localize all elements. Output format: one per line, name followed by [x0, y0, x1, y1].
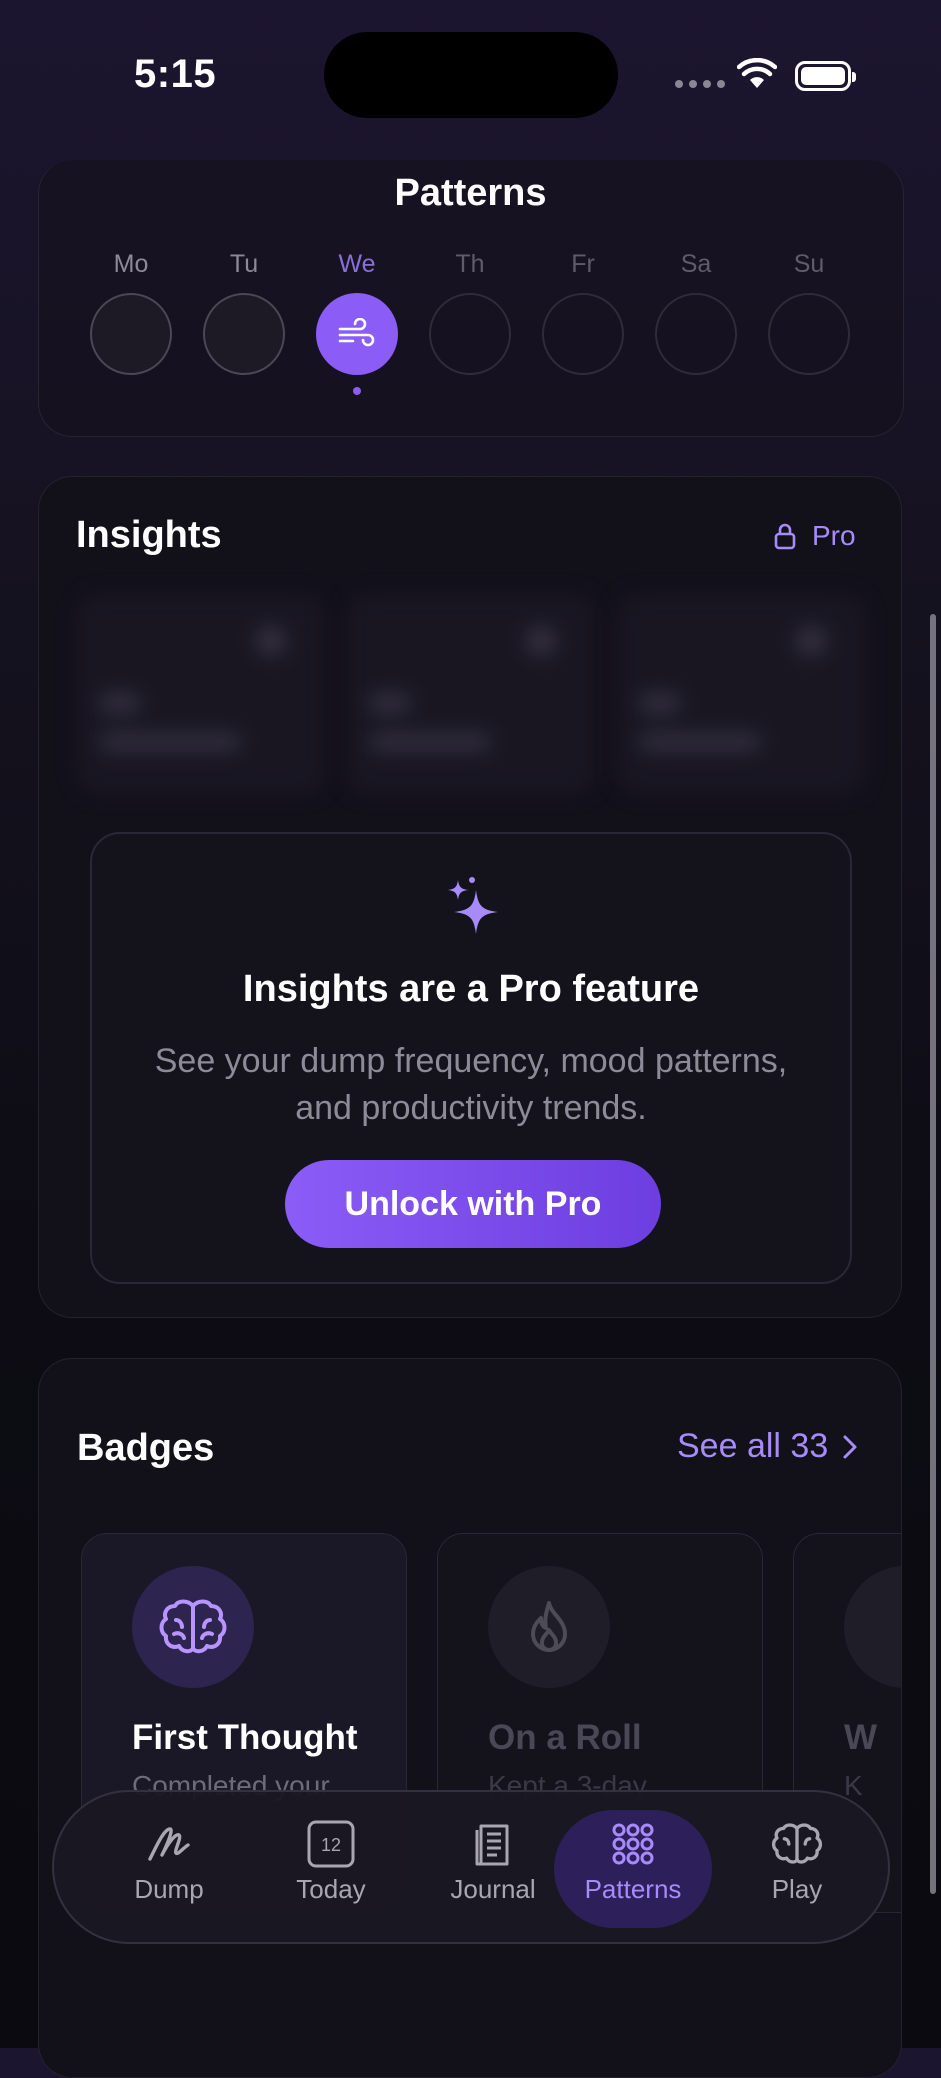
tab-label: Journal — [450, 1874, 536, 1904]
flame-icon — [531, 1601, 567, 1653]
day-circle — [316, 293, 398, 375]
lock-icon — [774, 523, 796, 550]
pro-description: See your dump frequency, mood patterns, … — [92, 1038, 850, 1132]
blurred-insight-tile — [616, 594, 866, 794]
tab-label: Today — [296, 1874, 366, 1904]
day-circle — [429, 293, 511, 375]
page-title: Patterns — [394, 172, 547, 214]
scrollbar[interactable] — [930, 614, 936, 1894]
day-circle — [203, 293, 285, 375]
notebook-icon — [475, 1824, 509, 1866]
scribble-icon — [148, 1827, 190, 1861]
day-label: Mo — [113, 250, 149, 278]
day-label: Su — [793, 250, 825, 278]
dynamic-island — [324, 32, 618, 118]
day-circle — [90, 293, 172, 375]
badge-icon-circle — [844, 1566, 901, 1688]
battery-icon — [795, 61, 856, 91]
insights-title: Insights — [76, 514, 222, 556]
badge-name: On a Roll — [488, 1718, 642, 1757]
pro-feature-box: Insights are a Pro feature See your dump… — [90, 832, 852, 1284]
day-thursday[interactable]: Th — [425, 250, 515, 395]
sparkles-icon — [448, 877, 498, 934]
tab-patterns[interactable]: Patterns — [554, 1810, 712, 1928]
badges-card: Badges See all 33 First Thought Complete… — [38, 1358, 902, 2078]
blurred-insight-tile — [346, 594, 596, 794]
brain-icon — [771, 1823, 823, 1864]
day-label: Fr — [571, 250, 595, 278]
blurred-insight-tile — [76, 594, 326, 794]
tab-today[interactable]: 12 Today — [252, 1810, 410, 1928]
week-day-row: Mo Tu We Th Fr Sa Su — [86, 250, 854, 395]
unlock-with-pro-button[interactable]: Unlock with Pro — [285, 1160, 661, 1248]
day-circle — [768, 293, 850, 375]
pro-headline: Insights are a Pro feature — [242, 968, 700, 1010]
day-circle — [542, 293, 624, 375]
tab-bar: Dump 12 Today Journal Patterns Play — [52, 1790, 890, 1944]
badge-name: First Thought — [132, 1718, 358, 1757]
pro-description-line: See your dump frequency, mood patterns, — [154, 1042, 788, 1080]
pro-description-line: and productivity trends. — [295, 1089, 647, 1127]
badge-name: W — [844, 1718, 878, 1757]
day-label: Sa — [680, 250, 712, 278]
grid-dots-icon — [612, 1823, 654, 1865]
tab-journal[interactable]: Journal — [414, 1810, 572, 1928]
day-saturday[interactable]: Sa — [651, 250, 741, 395]
day-label: We — [338, 250, 376, 278]
pro-label: Pro — [812, 520, 856, 551]
day-label: Th — [455, 250, 485, 278]
tab-label: Dump — [134, 1874, 204, 1904]
day-sunday[interactable]: Su — [764, 250, 854, 395]
calendar-day-number: 12 — [321, 1835, 341, 1855]
day-tuesday[interactable]: Tu — [199, 250, 289, 395]
day-monday[interactable]: Mo — [86, 250, 176, 395]
badge-icon-circle — [488, 1566, 610, 1688]
status-time: 5:15 — [134, 52, 217, 96]
tab-play[interactable]: Play — [718, 1810, 876, 1928]
badge-icon-circle — [132, 1566, 254, 1688]
day-wednesday[interactable]: We — [312, 250, 402, 395]
today-indicator-dot — [353, 387, 361, 395]
calendar-icon: 12 — [307, 1820, 355, 1868]
tab-label: Patterns — [584, 1874, 682, 1904]
day-friday[interactable]: Fr — [538, 250, 628, 395]
wind-icon — [338, 318, 375, 347]
pro-tag[interactable]: Pro — [774, 520, 856, 552]
badges-scroller[interactable]: First Thought Completed your On a Roll K… — [81, 1359, 901, 2077]
day-label: Tu — [229, 250, 259, 278]
brain-icon — [159, 1599, 227, 1654]
wifi-icon — [737, 58, 777, 88]
tab-label: Play — [771, 1874, 823, 1904]
day-circle — [655, 293, 737, 375]
tab-dump[interactable]: Dump — [90, 1810, 248, 1928]
cellular-signal-icon — [675, 80, 725, 88]
